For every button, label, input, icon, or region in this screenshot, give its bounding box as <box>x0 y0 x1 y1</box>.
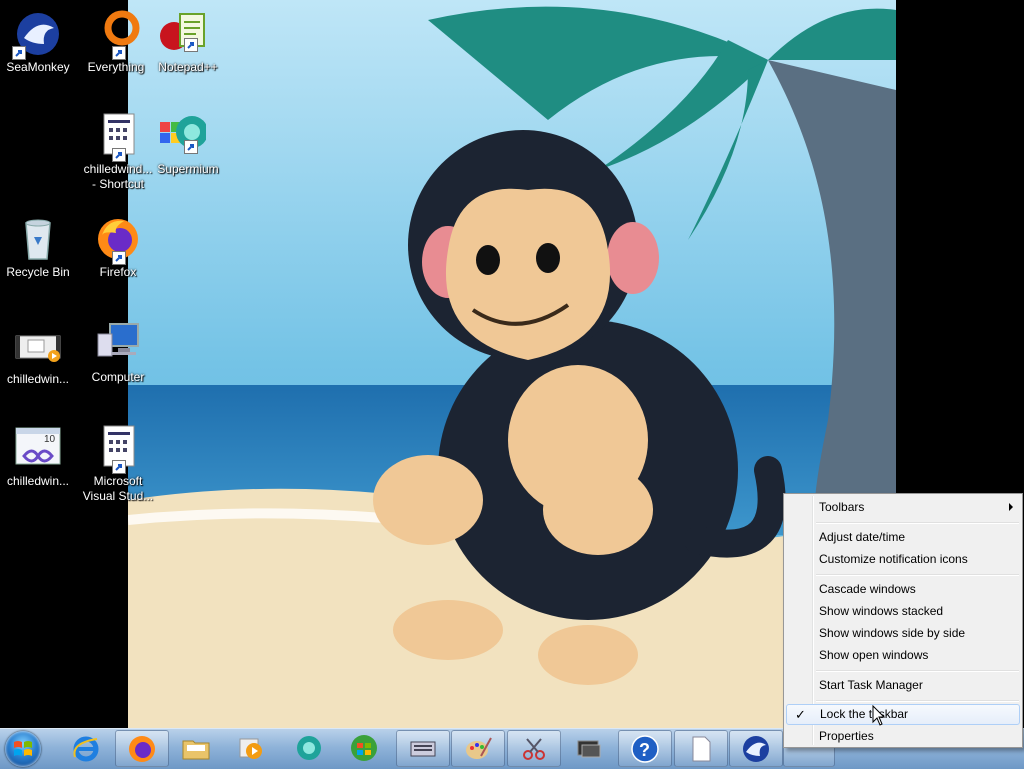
desktop-icon-seamonkey[interactable]: SeaMonkey <box>0 10 80 75</box>
visual-studio-file-icon: 10 <box>15 427 61 465</box>
shortcut-arrow-icon <box>112 460 126 474</box>
computer-icon <box>97 323 139 357</box>
menu-item-show-windows-stacked[interactable]: Show windows stacked <box>786 601 1020 622</box>
desktop-icon-visual-studio[interactable]: Microsoft Visual Stud... <box>76 424 160 504</box>
taskbar-paint[interactable] <box>451 730 505 767</box>
menu-item-label: Adjust date/time <box>819 530 906 544</box>
desktop-icon-chilledwin-2[interactable]: 10 chilledwin... <box>0 424 80 489</box>
taskbar-context-menu: Toolbars Adjust date/time Customize noti… <box>783 493 1023 748</box>
menu-item-label: Show open windows <box>819 648 929 662</box>
menu-item-label: Lock the taskbar <box>820 707 909 721</box>
menu-item-start-task-manager[interactable]: Start Task Manager <box>786 675 1020 696</box>
menu-item-label: Customize notification icons <box>819 552 968 566</box>
taskbar-windows-update[interactable] <box>338 730 392 767</box>
menu-separator <box>816 700 1019 702</box>
recycle-bin-icon <box>25 219 51 260</box>
shortcut-arrow-icon <box>12 46 26 60</box>
seamonkey-icon <box>743 736 769 762</box>
menu-item-adjust-date-time[interactable]: Adjust date/time <box>786 527 1020 548</box>
menu-item-label: Properties <box>819 729 874 743</box>
desktop-icon-label: Computer <box>91 370 145 384</box>
taskbar-windows-explorer[interactable] <box>170 730 224 767</box>
firefox-icon <box>129 736 155 762</box>
taskbar-supermium[interactable] <box>283 730 337 767</box>
menu-item-cascade-windows[interactable]: Cascade windows <box>786 579 1020 600</box>
desktop-icon-firefox[interactable]: Firefox <box>76 215 160 280</box>
paint-palette-icon <box>466 737 492 759</box>
video-file-icon <box>15 335 61 362</box>
menu-item-properties[interactable]: Properties <box>786 726 1020 747</box>
taskbar-firefox[interactable] <box>115 730 169 767</box>
menu-item-label: Show windows side by side <box>819 626 966 640</box>
taskbar-notepad[interactable] <box>674 730 728 767</box>
svg-text:10: 10 <box>44 434 56 445</box>
display-icon <box>577 740 601 758</box>
svg-text:?: ? <box>639 740 650 760</box>
menu-separator <box>816 574 1019 576</box>
mouse-pointer-icon <box>872 705 886 726</box>
menu-item-customize-notification-icons[interactable]: Customize notification icons <box>786 549 1020 570</box>
taskbar-help[interactable]: ? <box>618 730 672 767</box>
menu-item-label: Show windows stacked <box>819 604 944 618</box>
taskbar-on-screen-keyboard[interactable] <box>396 730 450 767</box>
notepad-icon <box>692 736 711 762</box>
desktop-icon-label: Microsoft Visual Stud... <box>82 474 154 503</box>
checkmark-icon: ✓ <box>795 707 806 722</box>
media-player-icon <box>239 738 262 759</box>
desktop-icon-label: chilledwin... <box>6 372 70 386</box>
desktop-icon-label: Notepad++ <box>158 60 218 74</box>
menu-separator <box>816 522 1019 524</box>
notepad-plus-plus-icon <box>160 13 205 50</box>
keyboard-icon <box>410 741 436 757</box>
taskbar-display[interactable] <box>563 730 617 767</box>
menu-item-label: Start Task Manager <box>819 678 923 692</box>
desktop-icon-computer[interactable]: Computer <box>76 320 160 385</box>
internet-explorer-icon <box>73 736 99 762</box>
start-button[interactable] <box>5 731 41 767</box>
desktop-icon-notepadpp[interactable]: Notepad++ <box>140 10 224 75</box>
desktop-icon-label: SeaMonkey <box>6 60 70 74</box>
menu-item-label: Cascade windows <box>819 582 916 596</box>
help-icon: ? <box>631 735 659 763</box>
shortcut-arrow-icon <box>112 46 126 60</box>
menu-item-lock-the-taskbar[interactable]: ✓ Lock the taskbar <box>786 704 1020 725</box>
desktop-icon-label: chilledwin... <box>6 474 70 488</box>
menu-separator <box>816 670 1019 672</box>
windows-update-icon <box>351 735 377 761</box>
taskbar-snipping-tool[interactable] <box>507 730 561 767</box>
submenu-arrow-icon <box>1009 503 1013 511</box>
supermium-icon <box>297 736 321 760</box>
shortcut-arrow-icon <box>184 38 198 52</box>
desktop-icon-label: Firefox <box>99 265 137 279</box>
menu-item-show-windows-side-by-side[interactable]: Show windows side by side <box>786 623 1020 644</box>
desktop-icon-label: Supermium <box>157 162 219 176</box>
menu-item-label: Toolbars <box>819 500 865 514</box>
windows-logo-icon <box>14 741 32 756</box>
shortcut-arrow-icon <box>112 251 126 265</box>
shortcut-arrow-icon <box>112 148 126 162</box>
desktop-icon-supermium[interactable]: Supermium <box>140 112 224 177</box>
desktop-icon-label: Recycle Bin <box>6 265 70 279</box>
taskbar-seamonkey[interactable] <box>729 730 783 767</box>
desktop-icon-recycle-bin[interactable]: Recycle Bin <box>0 215 80 280</box>
taskbar-media-player[interactable] <box>225 730 279 767</box>
desktop-wallpaper <box>128 0 896 728</box>
menu-item-toolbars[interactable]: Toolbars <box>786 497 1020 518</box>
scissors-icon <box>523 738 545 760</box>
supermium-icon <box>160 116 206 148</box>
folder-icon <box>182 740 210 760</box>
desktop-icon-chilledwin-1[interactable]: chilledwin... <box>0 322 80 387</box>
shortcut-arrow-icon <box>184 140 198 154</box>
menu-item-show-open-windows[interactable]: Show open windows <box>786 645 1020 666</box>
taskbar-internet-explorer[interactable] <box>60 730 114 767</box>
